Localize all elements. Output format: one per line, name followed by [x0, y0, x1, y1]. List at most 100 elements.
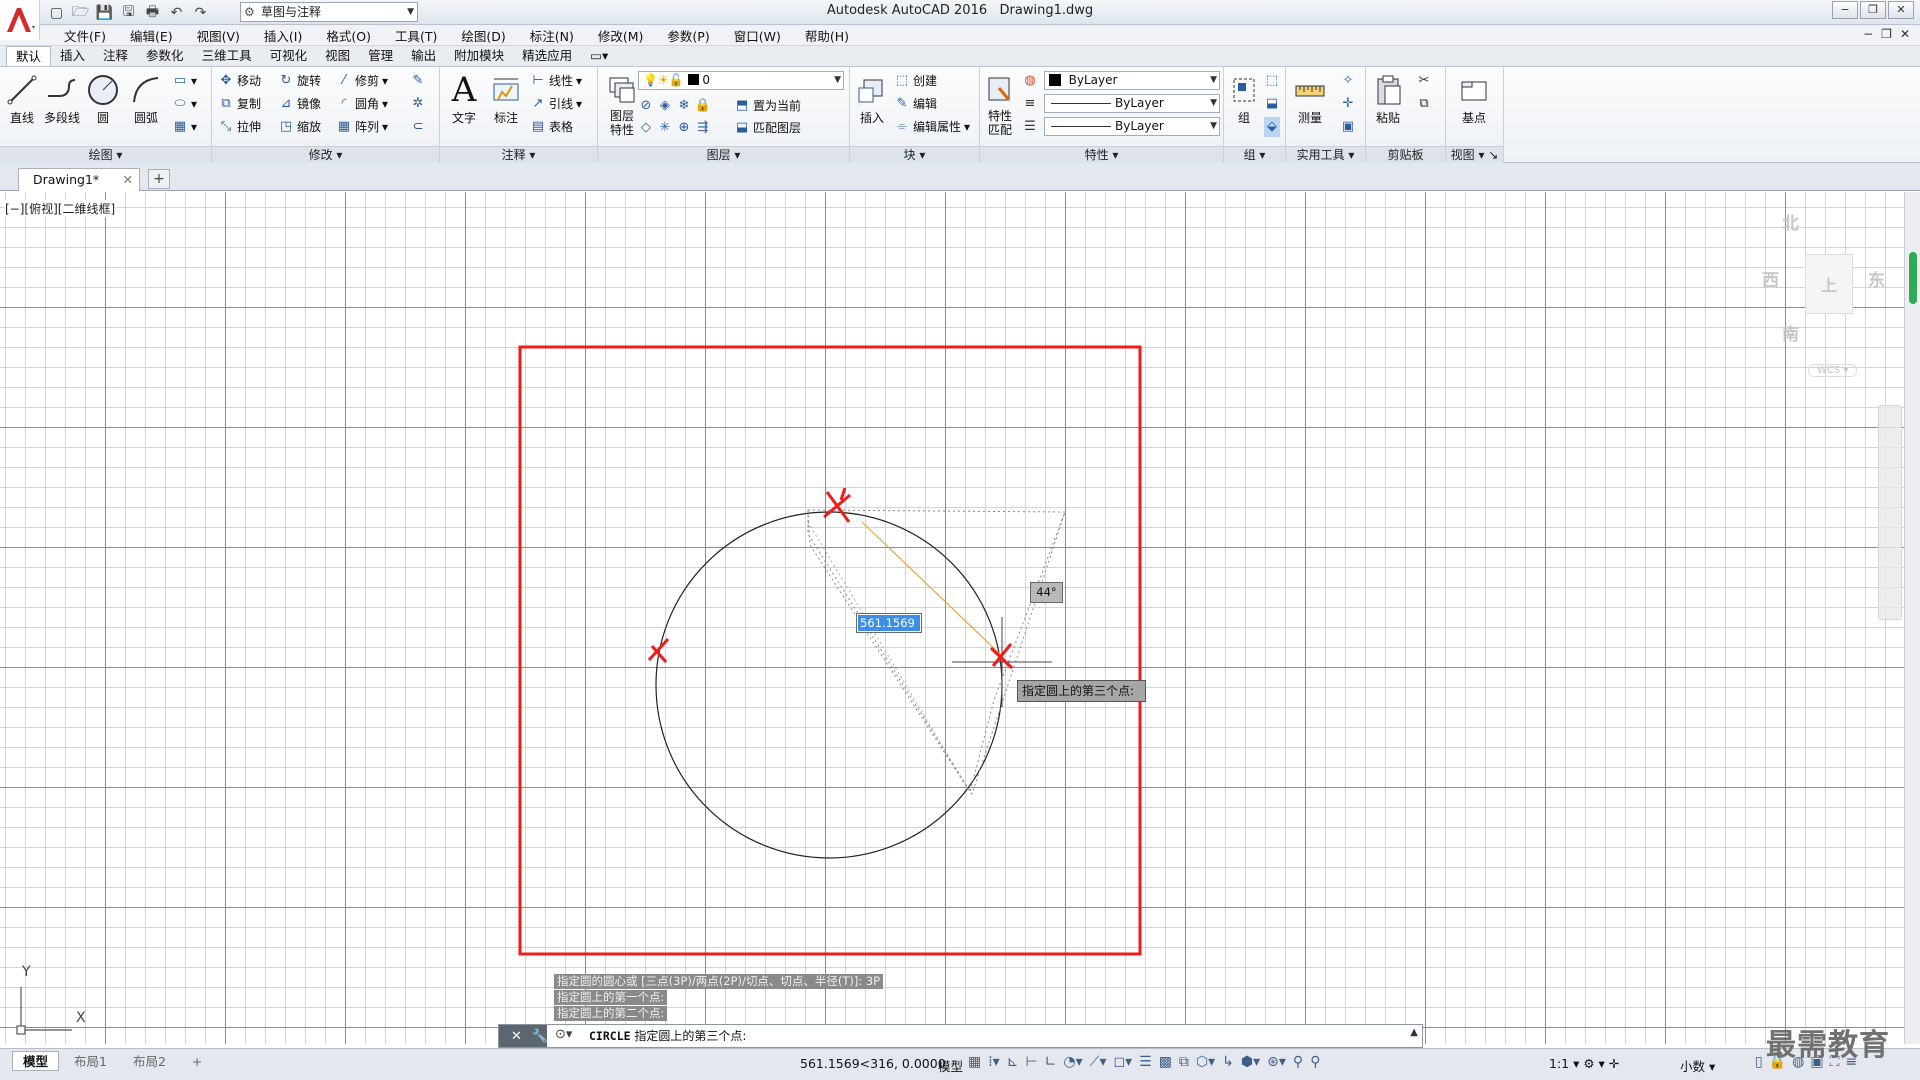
selection-filter-icon[interactable]: ⬢▾ — [1241, 1054, 1260, 1070]
tab-output[interactable]: 输出 — [402, 46, 445, 66]
print-icon[interactable]: 🖶 — [142, 2, 163, 23]
dynamic-input-icon[interactable]: ⊢ — [1025, 1054, 1037, 1070]
layer-freeze-icon[interactable]: ❄ — [676, 98, 692, 114]
snap-icon[interactable]: ⁞▾ — [988, 1054, 999, 1070]
undo-icon[interactable]: ↶ — [166, 2, 187, 23]
layer-unisolate-icon[interactable]: ◇ — [638, 120, 654, 136]
panel-title-annotation[interactable]: 注释 ▾ — [440, 146, 597, 163]
tab-home[interactable]: 默认 — [6, 46, 52, 66]
circle-button[interactable]: 圆 — [83, 71, 123, 126]
mirror-button[interactable]: ⊿ 镜像 — [278, 94, 321, 114]
viewcube-east[interactable]: 东 — [1868, 266, 1885, 291]
tab-visualize[interactable]: 可视化 — [261, 46, 317, 66]
array-button[interactable]: ▦ 阵列 ▾ — [336, 117, 388, 137]
scrollbar-thumb[interactable] — [1909, 252, 1917, 304]
auto-scale-icon[interactable]: ⚲ — [1310, 1054, 1320, 1070]
annotation-scale[interactable]: 1:1 ▾ ⚙ ▾ ✛ — [1549, 1056, 1619, 1071]
explode-button[interactable]: ✲ — [410, 94, 426, 114]
insert-block-button[interactable]: 插入 — [852, 71, 892, 126]
match-layer-button[interactable]: ⬓ 匹配图层 — [734, 118, 801, 138]
panel-title-utilities[interactable]: 实用工具 ▾ — [1286, 146, 1365, 163]
move-button[interactable]: ✥ 移动 — [218, 71, 261, 91]
menu-view[interactable]: 视图(V) — [185, 26, 252, 45]
viewcube-top-face[interactable]: 上 — [1805, 254, 1853, 314]
cut-icon[interactable]: ✂ — [1416, 71, 1432, 91]
layer-dropdown[interactable]: 💡☀🔓 0 ▼ — [638, 71, 844, 90]
calculator-icon[interactable]: ▣ — [1340, 117, 1356, 137]
panel-title-layers[interactable]: 图层 ▾ — [598, 146, 849, 163]
panel-title-groups[interactable]: 组 ▾ — [1224, 146, 1285, 163]
tab-layout1[interactable]: 布局1 — [63, 1051, 118, 1071]
drawing-canvas[interactable]: [−][俯视][二维线框] 北 上 西 东 南 WCS ▾ 561.1569 4… — [0, 192, 1904, 1044]
group-select-icon[interactable]: ⬙ — [1264, 117, 1280, 137]
tab-annotate[interactable]: 注释 — [94, 46, 137, 66]
command-prompt-icon[interactable]: ⊙▾ — [555, 1027, 572, 1042]
tab-addins[interactable]: 附加模块 — [445, 46, 513, 66]
ellipse-button[interactable]: ⬭ ▾ — [172, 94, 197, 114]
menu-insert[interactable]: 插入(I) — [252, 26, 314, 45]
minimize-button[interactable]: − — [1832, 1, 1858, 19]
layer-off-icon[interactable]: ⊘ — [638, 98, 654, 114]
menu-edit[interactable]: 编辑(E) — [118, 26, 185, 45]
panel-title-draw[interactable]: 绘图 ▾ — [0, 146, 211, 163]
lineweight-icon[interactable]: ☰ — [1022, 117, 1038, 137]
linetype-icon[interactable]: ≡ — [1022, 94, 1038, 114]
dynamic-input-field[interactable]: 561.1569 — [856, 613, 922, 633]
stretch-button[interactable]: ⤡ 拉伸 — [218, 117, 261, 137]
workspace-dropdown[interactable]: ⚙ 草图与注释 ▼ — [240, 2, 418, 22]
add-layout-button[interactable]: + — [181, 1051, 213, 1071]
dynamic-ucs-icon[interactable]: ↳ — [1222, 1054, 1234, 1070]
linear-dim-button[interactable]: ⊢ 线性 ▾ — [530, 71, 582, 91]
fillet-button[interactable]: ◜ 圆角 ▾ — [336, 94, 388, 114]
quick-properties-icon[interactable]: ▯ — [1755, 1054, 1763, 1070]
arc-button[interactable]: 圆弧 — [126, 71, 166, 126]
transparency-icon[interactable]: ▩ — [1159, 1054, 1172, 1070]
offset-button[interactable]: ⊂ — [410, 117, 426, 137]
table-button[interactable]: ▤ 表格 — [530, 117, 573, 137]
leader-button[interactable]: ↗ 引线 ▾ — [530, 94, 583, 114]
wrench-icon[interactable]: 🔧 — [532, 1029, 548, 1044]
polyline-button[interactable]: 多段线 — [42, 71, 82, 126]
close-icon[interactable]: ✕ — [511, 1029, 522, 1044]
trim-button[interactable]: ⁄ 修剪 ▾ — [336, 71, 388, 91]
command-line[interactable]: ✕ 🔧 ⊙▾ CIRCLE 指定圆上的第三个点: ▲ — [498, 1024, 1423, 1048]
color-wheel-icon[interactable]: ◍ — [1022, 71, 1038, 91]
tab-view[interactable]: 视图 — [316, 46, 359, 66]
panel-title-properties[interactable]: 特性 ▾ — [980, 146, 1223, 163]
rectangle-button[interactable]: ▭ ▾ — [172, 71, 197, 91]
new-tab-button[interactable]: + — [148, 169, 170, 189]
group-edit-icon[interactable]: ⬓ — [1264, 94, 1280, 114]
tab-3d-tools[interactable]: 三维工具 — [193, 46, 261, 66]
chevron-up-icon[interactable]: ▲ — [1410, 1027, 1418, 1038]
redo-icon[interactable]: ↷ — [190, 2, 211, 23]
tab-manage[interactable]: 管理 — [359, 46, 402, 66]
erase-button[interactable]: ✎ — [410, 71, 426, 91]
ribbon-display-toggle[interactable]: ▭▾ — [581, 46, 617, 66]
menu-window[interactable]: 窗口(W) — [722, 26, 793, 45]
viewcube-west[interactable]: 西 — [1762, 266, 1779, 291]
group-button[interactable]: 组 — [1224, 71, 1264, 126]
layer-unlock-icon[interactable]: ⊕ — [676, 120, 692, 136]
text-button[interactable]: A 文字 — [444, 70, 484, 126]
doc-restore-button[interactable]: ❐ — [1881, 27, 1892, 41]
open-folder-icon[interactable]: 🗁 — [70, 2, 91, 23]
grid-icon[interactable]: ▦ — [968, 1054, 981, 1070]
hatch-button[interactable]: ▦ ▾ — [172, 117, 197, 137]
viewport-controls-label[interactable]: [−][俯视][二维线框] — [4, 200, 117, 217]
menu-modify[interactable]: 修改(M) — [586, 26, 656, 45]
panel-title-clipboard[interactable]: 剪贴板 — [1366, 146, 1445, 163]
save-as-icon[interactable]: 🖫 — [118, 2, 139, 23]
save-icon[interactable]: 💾 — [94, 2, 115, 23]
coordinate-display[interactable]: 561.1569<316, 0.0000 — [800, 1056, 946, 1071]
panel-title-modify[interactable]: 修改 ▾ — [212, 146, 439, 163]
make-current-button[interactable]: ⬒ 置为当前 — [734, 96, 801, 116]
annotation-visibility-icon[interactable]: ⚲ — [1293, 1054, 1303, 1070]
doc-minimize-button[interactable]: − — [1863, 27, 1873, 41]
copy-clip-icon[interactable]: ⧉ — [1416, 94, 1432, 114]
panel-title-block[interactable]: 块 ▾ — [850, 146, 979, 163]
layer-lock-icon[interactable]: 🔒 — [695, 98, 711, 114]
layer-properties-button[interactable]: 图层 特性 — [602, 71, 642, 137]
panel-title-view[interactable]: 视图 ▾ ↘ — [1446, 146, 1503, 163]
command-input[interactable]: CIRCLE 指定圆上的第三个点: — [589, 1025, 746, 1047]
gizmo-icon[interactable]: ⊛▾ — [1267, 1054, 1286, 1070]
